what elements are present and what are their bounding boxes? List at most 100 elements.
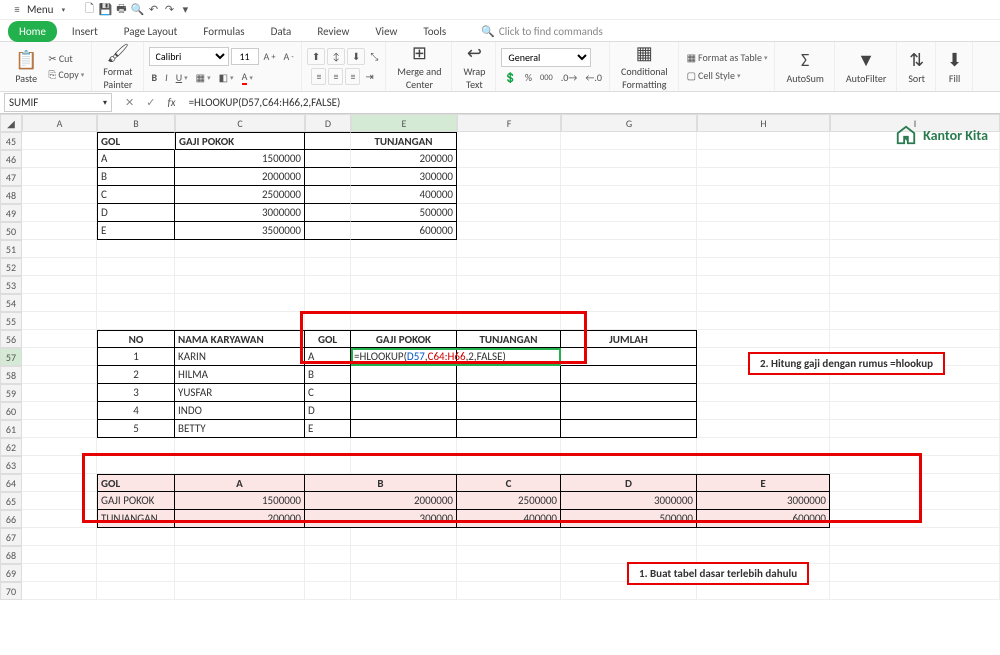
cell[interactable]: 1500000 bbox=[175, 150, 305, 168]
decrease-font-icon[interactable]: A- bbox=[281, 49, 297, 64]
col-header-B[interactable]: B bbox=[97, 114, 175, 132]
cell[interactable] bbox=[561, 186, 697, 204]
cell[interactable]: 4 bbox=[97, 402, 175, 420]
cell[interactable]: 1500000 bbox=[175, 492, 305, 510]
cell[interactable] bbox=[22, 258, 97, 276]
cell[interactable] bbox=[22, 510, 97, 528]
cell[interactable] bbox=[22, 528, 97, 546]
cell[interactable]: 600000 bbox=[697, 510, 830, 528]
row-header[interactable]: 60 bbox=[0, 402, 22, 420]
cell[interactable] bbox=[830, 240, 1000, 258]
cell[interactable] bbox=[305, 276, 351, 294]
sort-button[interactable]: ⇅ Sort bbox=[902, 47, 931, 87]
cell[interactable]: B bbox=[305, 474, 457, 492]
underline-button[interactable]: U▾ bbox=[173, 70, 191, 85]
cell[interactable] bbox=[457, 294, 561, 312]
cell[interactable]: 400000 bbox=[351, 186, 457, 204]
row-header[interactable]: 67 bbox=[0, 528, 22, 546]
cell[interactable] bbox=[22, 312, 97, 330]
cell[interactable] bbox=[22, 294, 97, 312]
cell[interactable]: TUNJANGAN bbox=[351, 132, 457, 150]
cell[interactable] bbox=[305, 294, 351, 312]
cell[interactable] bbox=[305, 258, 351, 276]
cell[interactable]: 400000 bbox=[457, 510, 561, 528]
cell[interactable]: 500000 bbox=[351, 204, 457, 222]
cell[interactable] bbox=[457, 132, 561, 150]
cell[interactable] bbox=[830, 186, 1000, 204]
cancel-formula-icon[interactable]: ✕ bbox=[122, 95, 137, 110]
font-color-button[interactable]: A▾ bbox=[239, 69, 256, 86]
cell[interactable] bbox=[561, 456, 697, 474]
percent-icon[interactable]: % bbox=[522, 70, 535, 85]
cell[interactable]: C bbox=[305, 384, 351, 402]
cell[interactable] bbox=[22, 168, 97, 186]
cell[interactable]: JUMLAH bbox=[561, 330, 697, 348]
cell[interactable] bbox=[830, 528, 1000, 546]
cell[interactable] bbox=[351, 384, 457, 402]
cell[interactable] bbox=[305, 582, 351, 600]
cell[interactable] bbox=[22, 240, 97, 258]
font-select[interactable]: Calibri bbox=[149, 47, 229, 66]
cell[interactable]: GAJI POKOK bbox=[351, 330, 457, 348]
cell[interactable] bbox=[22, 402, 97, 420]
cell[interactable] bbox=[697, 222, 830, 240]
row-header[interactable]: 68 bbox=[0, 546, 22, 564]
cell[interactable]: 2000000 bbox=[175, 168, 305, 186]
row-header[interactable]: 63 bbox=[0, 456, 22, 474]
row-header[interactable]: 52 bbox=[0, 258, 22, 276]
cell[interactable] bbox=[351, 456, 457, 474]
cell[interactable]: A bbox=[175, 474, 305, 492]
number-format-select[interactable]: General bbox=[501, 48, 591, 67]
cell[interactable] bbox=[697, 204, 830, 222]
qat-more-icon[interactable]: ▾ bbox=[178, 3, 192, 17]
conditional-formatting-button[interactable]: ▦ Conditional Formatting bbox=[615, 40, 674, 93]
cell[interactable] bbox=[457, 420, 561, 438]
cell[interactable] bbox=[351, 294, 457, 312]
align-top-icon[interactable]: ⬆ bbox=[307, 48, 325, 65]
cell[interactable] bbox=[697, 186, 830, 204]
cell[interactable] bbox=[457, 366, 561, 384]
cell[interactable] bbox=[22, 384, 97, 402]
cell[interactable] bbox=[351, 582, 457, 600]
cell[interactable] bbox=[351, 312, 457, 330]
cell[interactable] bbox=[830, 402, 1000, 420]
cell[interactable] bbox=[175, 456, 305, 474]
cell[interactable] bbox=[697, 240, 830, 258]
cell[interactable]: D bbox=[305, 402, 351, 420]
cell[interactable]: E bbox=[305, 420, 351, 438]
tab-review[interactable]: Review bbox=[306, 21, 360, 42]
cell[interactable]: B bbox=[97, 168, 175, 186]
cell[interactable] bbox=[697, 276, 830, 294]
cell[interactable] bbox=[561, 132, 697, 150]
cell[interactable]: 300000 bbox=[351, 168, 457, 186]
cell[interactable]: C bbox=[457, 474, 561, 492]
row-header[interactable]: 50 bbox=[0, 222, 22, 240]
autofilter-button[interactable]: ▼ AutoFilter bbox=[840, 47, 892, 87]
cell[interactable] bbox=[22, 366, 97, 384]
cell[interactable]: GAJI POKOK bbox=[175, 132, 305, 150]
row-header[interactable]: 57 bbox=[0, 348, 22, 366]
qat-undo-icon[interactable]: ↶ bbox=[146, 3, 160, 17]
cell[interactable]: HILMA bbox=[175, 366, 305, 384]
cell[interactable]: GAJI POKOK bbox=[97, 492, 175, 510]
cell[interactable] bbox=[697, 420, 830, 438]
cell[interactable] bbox=[175, 240, 305, 258]
cell[interactable] bbox=[697, 438, 830, 456]
cell[interactable] bbox=[697, 384, 830, 402]
cell[interactable]: GOL bbox=[97, 132, 175, 150]
cell[interactable] bbox=[351, 564, 457, 582]
cell[interactable] bbox=[305, 222, 351, 240]
cell[interactable] bbox=[457, 438, 561, 456]
format-as-table-button[interactable]: ▦ Format as Table ▾ bbox=[684, 50, 771, 65]
tab-page-layout[interactable]: Page Layout bbox=[113, 21, 189, 42]
cell[interactable]: INDO bbox=[175, 402, 305, 420]
cell[interactable]: GOL bbox=[305, 330, 351, 348]
cell[interactable] bbox=[175, 564, 305, 582]
font-size-input[interactable] bbox=[231, 48, 259, 65]
cell[interactable] bbox=[305, 312, 351, 330]
cell[interactable]: 3500000 bbox=[175, 222, 305, 240]
cell[interactable] bbox=[697, 258, 830, 276]
fill-color-button[interactable]: ◧▾ bbox=[216, 70, 237, 85]
tab-formulas[interactable]: Formulas bbox=[192, 21, 255, 42]
cell[interactable] bbox=[305, 168, 351, 186]
